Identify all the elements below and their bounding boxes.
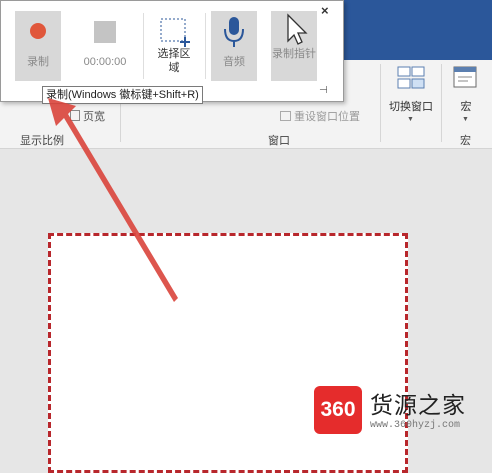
macro-group-label: 宏: [460, 135, 471, 147]
stop-icon: [94, 21, 116, 43]
watermark-brand: 货源之家: [370, 393, 466, 419]
record-tooltip: 录制(Windows 徽标键+Shift+R): [42, 86, 203, 104]
toolbar-separator: [205, 13, 206, 79]
stop-button[interactable]: 00:00:00: [75, 11, 135, 81]
record-label: 录制: [27, 56, 49, 68]
macro-label: 宏: [460, 101, 472, 113]
watermark-logo: 360: [314, 386, 362, 434]
toolbar-separator: [143, 13, 144, 79]
switch-window-button[interactable]: 切换窗口 ▼: [385, 62, 437, 132]
zoom-group-label: 显示比例: [20, 135, 64, 147]
macro-icon: [453, 66, 477, 88]
elapsed-time: 00:00:00: [83, 56, 127, 68]
select-area-button[interactable]: 选择区域: [149, 11, 199, 81]
macro-button[interactable]: 宏 ▼: [446, 62, 486, 132]
audio-toggle[interactable]: 音频: [211, 11, 257, 81]
fit-width-button[interactable]: 页宽: [70, 108, 105, 124]
window-icon: [280, 111, 291, 121]
chevron-down-icon: ▼: [407, 116, 414, 123]
audio-label: 音频: [223, 56, 245, 68]
page-icon: [70, 110, 80, 121]
switch-window-icon: [397, 66, 425, 89]
window-group-label: 窗口: [268, 135, 290, 147]
cursor-icon: [287, 13, 308, 45]
record-icon: [30, 23, 46, 39]
microphone-icon: [224, 17, 244, 47]
close-icon[interactable]: ×: [321, 3, 329, 18]
chevron-down-icon: ▼: [462, 116, 469, 123]
select-area-label: 选择区域: [157, 48, 191, 74]
record-pointer-toggle[interactable]: 录制指针: [271, 11, 317, 81]
record-button[interactable]: 录制: [15, 11, 61, 81]
select-area-icon: [160, 18, 190, 47]
record-pointer-label: 录制指针: [272, 48, 316, 60]
pin-icon[interactable]: ⊣: [319, 85, 328, 96]
reset-window-position-button[interactable]: 重设窗口位置: [280, 108, 360, 124]
watermark-url: www.360hyzj.com: [370, 420, 461, 431]
slide-selection-area[interactable]: [48, 233, 408, 473]
switch-window-label: 切换窗口: [389, 101, 433, 113]
